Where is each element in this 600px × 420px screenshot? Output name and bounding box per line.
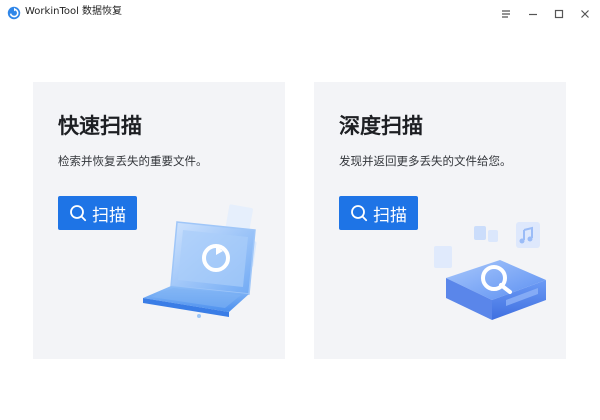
title-bar: WorkinTool 数据恢复	[0, 0, 600, 30]
quick-scan-button[interactable]: 扫描	[58, 196, 137, 230]
card-title: 快速扫描	[58, 114, 142, 138]
card-description: 检索并恢复丢失的重要文件。	[58, 154, 208, 168]
deep-scan-card: 深度扫描 发现并返回更多丢失的文件给您。 扫描	[314, 82, 566, 359]
minimize-icon[interactable]	[526, 7, 540, 21]
app-title: WorkinTool 数据恢复	[25, 6, 123, 17]
close-icon[interactable]	[578, 7, 592, 21]
search-icon	[70, 205, 87, 222]
maximize-icon[interactable]	[552, 7, 566, 21]
laptop-icon	[143, 204, 257, 318]
quick-scan-card: 快速扫描 检索并恢复丢失的重要文件。 扫描	[33, 82, 285, 359]
disk-icon	[434, 222, 546, 320]
scan-button-label: 扫描	[92, 205, 126, 226]
menu-icon[interactable]	[499, 7, 513, 21]
search-icon	[351, 205, 368, 222]
deep-scan-button[interactable]: 扫描	[339, 196, 418, 230]
card-title: 深度扫描	[339, 114, 423, 138]
scan-button-label: 扫描	[373, 205, 407, 226]
card-description: 发现并返回更多丢失的文件给您。	[339, 154, 512, 168]
app-logo-icon	[7, 6, 21, 20]
